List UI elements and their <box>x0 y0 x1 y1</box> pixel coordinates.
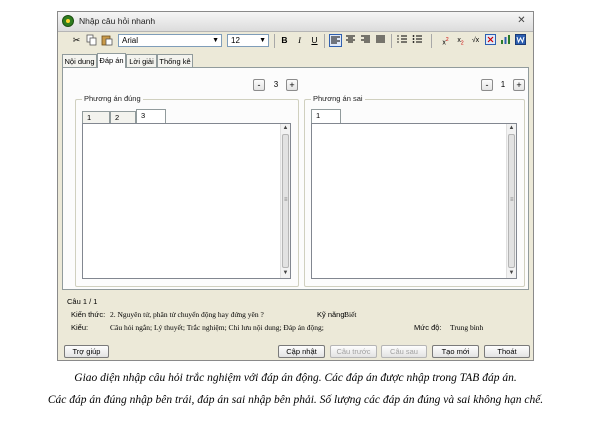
chart-icon[interactable] <box>499 34 512 47</box>
correct-answer-tab-1[interactable]: 1 <box>82 111 110 123</box>
app-icon <box>62 15 74 27</box>
help-button[interactable]: Trợ giúp <box>64 345 109 358</box>
type-value: Câu hỏi ngắn; Lý thuyết; Trắc nghiệm; Ch… <box>110 323 324 332</box>
correct-increment-button[interactable]: + <box>286 79 298 91</box>
subscript-icon[interactable]: x2 <box>454 34 467 47</box>
wrong-answers-group: Phương án sai 1 ▲ ≡ ▼ <box>304 94 525 287</box>
font-name-select[interactable]: Arial ▼ <box>118 34 222 47</box>
tab-solution[interactable]: Lời giải <box>126 54 157 67</box>
grip-icon: ≡ <box>284 197 288 203</box>
formula-icon[interactable]: √x <box>469 34 482 47</box>
wrong-answer-editor[interactable]: ▲ ≡ ▼ <box>311 123 517 279</box>
align-left-icon[interactable] <box>329 34 342 47</box>
wrong-answers-label: Phương án sai <box>311 94 365 103</box>
type-label: Kiểu: <box>71 323 89 332</box>
wrong-count-stepper[interactable]: - 1 + <box>481 79 531 91</box>
chevron-down-icon: ▼ <box>259 37 266 44</box>
underline-button[interactable]: U <box>308 34 321 47</box>
wrong-answer-tab-1[interactable]: 1 <box>311 109 341 123</box>
font-size-select[interactable]: 12 ▼ <box>227 34 269 47</box>
level-value: Trung bình <box>450 323 484 332</box>
scroll-up-icon[interactable]: ▲ <box>507 124 516 133</box>
quick-question-window: Nhập câu hỏi nhanh ✕ ✂ Arial ▼ 12 ▼ B I … <box>57 11 534 361</box>
word-icon[interactable] <box>514 34 527 47</box>
correct-answers-label: Phương án đúng <box>82 94 143 103</box>
scroll-down-icon[interactable]: ▼ <box>507 269 516 278</box>
previous-question-button[interactable]: Câu trước <box>330 345 377 358</box>
new-question-button[interactable]: Tạo mới <box>432 345 479 358</box>
window-title: Nhập câu hỏi nhanh <box>79 16 156 26</box>
correct-answer-editor[interactable]: ▲ ≡ ▼ <box>82 123 291 279</box>
wrong-decrement-button[interactable]: - <box>481 79 493 91</box>
align-center-icon[interactable] <box>344 34 357 47</box>
cut-icon[interactable]: ✂ <box>70 34 83 47</box>
skill-label: Kỹ năng: <box>317 310 347 319</box>
toolbar-separator <box>274 34 275 48</box>
knowledge-value: 2. Nguyên tử, phân tử chuyển động hay đứ… <box>110 310 264 319</box>
tab-answers[interactable]: Đáp án <box>97 53 126 68</box>
skill-value: Biết <box>344 310 357 319</box>
question-info: Câu 1 / 1 Kiến thức: 2. Nguyên tử, phân … <box>64 294 529 334</box>
font-size-value: 12 <box>231 36 240 45</box>
bullet-list-icon[interactable] <box>411 34 424 47</box>
tab-statistics[interactable]: Thống kê <box>157 54 193 67</box>
figure-caption-line-1: Giao diện nhập câu hỏi trắc nghiệm với đ… <box>74 372 517 384</box>
numbered-list-icon[interactable] <box>396 34 409 47</box>
italic-button[interactable]: I <box>293 34 306 47</box>
scrollbar-thumb[interactable]: ≡ <box>282 134 289 268</box>
exit-button[interactable]: Thoát <box>484 345 530 358</box>
toolbar: ✂ Arial ▼ 12 ▼ B I U x2 x2 √x <box>61 33 530 50</box>
figure-caption-line-2: Các đáp án đúng nhập bên trái, đáp án sa… <box>47 394 544 406</box>
superscript-icon[interactable]: x2 <box>439 34 452 47</box>
wrong-count-value: 1 <box>500 80 506 89</box>
title-bar: Nhập câu hỏi nhanh ✕ <box>58 12 533 32</box>
font-name-value: Arial <box>122 36 139 45</box>
answers-panel: - 3 + - 1 + Phương án đúng 1 2 3 ▲ ≡ ▼ P… <box>62 67 529 290</box>
wrong-increment-button[interactable]: + <box>513 79 525 91</box>
bold-button[interactable]: B <box>278 34 291 47</box>
correct-answer-tab-2[interactable]: 2 <box>110 111 136 123</box>
tab-content[interactable]: Nội dung <box>62 54 97 67</box>
close-button[interactable]: ✕ <box>514 14 529 27</box>
next-question-button[interactable]: Câu sau <box>381 345 427 358</box>
symbol-icon[interactable] <box>484 34 497 47</box>
chevron-down-icon: ▼ <box>212 37 219 44</box>
correct-answers-group: Phương án đúng 1 2 3 ▲ ≡ ▼ <box>75 94 299 287</box>
correct-count-value: 3 <box>273 80 279 89</box>
scrollbar-thumb[interactable]: ≡ <box>508 134 515 268</box>
level-label: Mức độ: <box>414 323 442 332</box>
correct-decrement-button[interactable]: - <box>253 79 265 91</box>
toolbar-separator <box>431 34 432 48</box>
question-counter: Câu 1 / 1 <box>67 297 98 306</box>
correct-editor-scrollbar[interactable]: ▲ ≡ ▼ <box>280 124 290 278</box>
paste-icon[interactable] <box>100 34 113 47</box>
copy-icon[interactable] <box>85 34 98 47</box>
correct-answer-tab-3[interactable]: 3 <box>136 109 166 123</box>
grip-icon: ≡ <box>510 197 514 203</box>
knowledge-label: Kiến thức: <box>71 310 106 319</box>
update-button[interactable]: Cập nhật <box>278 345 325 358</box>
toolbar-separator <box>324 34 325 48</box>
toolbar-separator <box>391 34 392 48</box>
scroll-down-icon[interactable]: ▼ <box>281 269 290 278</box>
justify-icon[interactable] <box>374 34 387 47</box>
scroll-up-icon[interactable]: ▲ <box>281 124 290 133</box>
wrong-editor-scrollbar[interactable]: ▲ ≡ ▼ <box>506 124 516 278</box>
align-right-icon[interactable] <box>359 34 372 47</box>
correct-count-stepper[interactable]: - 3 + <box>253 79 303 91</box>
